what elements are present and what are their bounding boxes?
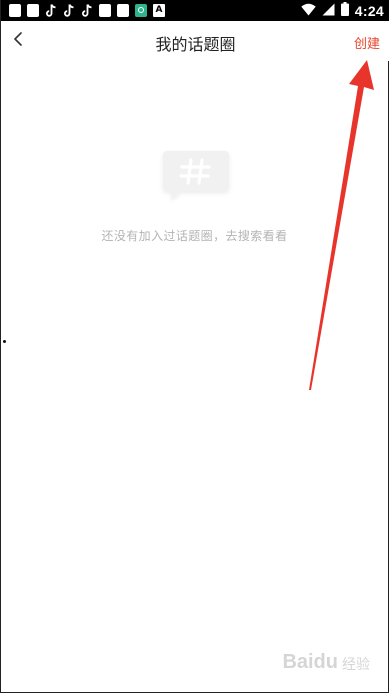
tiktok-icon	[63, 3, 75, 18]
stray-dot	[3, 340, 6, 343]
battery-icon	[340, 1, 349, 20]
top-navigation-bar: 我的话题圈 创建	[1, 21, 389, 61]
signal-icon	[322, 1, 335, 20]
a-app-icon: A	[153, 4, 165, 17]
page-title: 我的话题圈	[155, 35, 236, 54]
create-button[interactable]: 创建	[354, 33, 380, 52]
app-notification-icon	[9, 4, 21, 17]
watermark-sub: 经验	[342, 657, 370, 673]
baidu-watermark: Baidu 经验	[282, 651, 370, 674]
tiktok-icon	[45, 3, 57, 18]
status-bar: A 4:24	[1, 0, 389, 21]
app-screen: A 4:24 我的话题圈 创建 还没有加入过话题圈，去搜索看看 Baidu 经验	[0, 0, 389, 693]
watermark-logo: Baidu	[282, 651, 338, 673]
system-status: 4:24	[301, 2, 384, 19]
notification-icons: A	[9, 3, 165, 18]
annotation-arrow	[309, 60, 374, 390]
tiktok-icon	[81, 3, 93, 18]
app-notification-icon	[99, 4, 111, 17]
app-notification-icon	[117, 4, 129, 17]
hashtag-chat-icon	[159, 147, 233, 205]
empty-state-message: 还没有加入过话题圈，去搜索看看	[101, 229, 288, 243]
app-notification-icon	[27, 4, 39, 17]
wifi-icon	[301, 1, 316, 20]
green-app-icon	[135, 4, 147, 17]
clock: 4:24	[354, 2, 384, 19]
